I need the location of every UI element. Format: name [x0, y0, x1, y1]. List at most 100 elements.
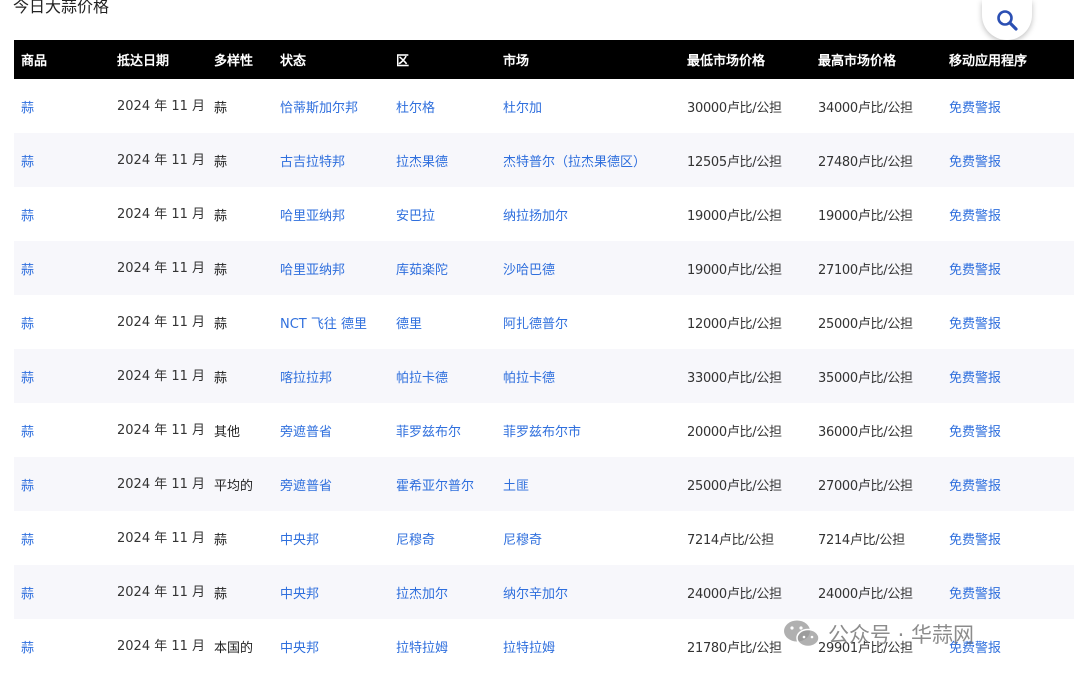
district-link[interactable]: 安巴拉 [389, 187, 496, 241]
arrival-date: 2024 年 11 月 27 日 [117, 422, 207, 438]
state-link[interactable]: 恰蒂斯加尔邦 [273, 79, 389, 133]
variety: 蒜 [214, 370, 228, 386]
min-price: 20000卢比/公担 [687, 424, 782, 440]
district-link[interactable]: 菲罗兹布尔 [389, 403, 496, 457]
commodity-link[interactable]: 蒜 [14, 565, 110, 619]
min-price: 21780卢比/公担 [687, 640, 782, 656]
header-commodity: 商品 [21, 54, 48, 69]
state-link[interactable]: 古吉拉特邦 [273, 133, 389, 187]
free-alert-link[interactable]: 免费警报 [942, 241, 1074, 295]
free-alert-link[interactable]: 免费警报 [942, 187, 1074, 241]
market-link[interactable]: 纳拉扬加尔 [496, 187, 680, 241]
free-alert-link[interactable]: 免费警报 [942, 79, 1074, 133]
state-link[interactable]: 旁遮普省 [273, 457, 389, 511]
min-price: 19000卢比/公担 [687, 208, 782, 224]
max-price: 36000卢比/公担 [818, 424, 913, 440]
max-price: 27100卢比/公担 [818, 262, 913, 278]
search-button[interactable] [982, 0, 1032, 40]
state-link[interactable]: NCT 飞往 德里 [273, 295, 389, 349]
max-price: 7214卢比/公担 [818, 532, 905, 548]
table-row: 蒜 2024 年 11 月 27 日平均的 旁遮普省霍希亚尔普尔土匪 25000卢比/… [14, 457, 1074, 511]
free-alert-link[interactable]: 免费警报 [942, 511, 1074, 565]
price-table: 商品 抵达日期 多样性 状态 区 市场 最低市场价格 最高市场价格 移动应用程序 蒜 2024 年… [14, 40, 1074, 673]
commodity-link[interactable]: 蒜 [14, 403, 110, 457]
market-link[interactable]: 杜尔加 [496, 79, 680, 133]
district-link[interactable]: 拉特拉姆 [389, 619, 496, 673]
page: 今日大蒜价格 商品 抵达日期 多样性 状态 区 市场 最低市场价格 最高市场价格 移动应用程序 … [0, 0, 1080, 679]
header-mobile-app: 移动应用程序 [949, 54, 1028, 69]
district-link[interactable]: 拉杰果德 [389, 133, 496, 187]
variety: 蒜 [214, 262, 228, 278]
arrival-date: 2024 年 11 月 27 日 [117, 98, 207, 114]
min-price: 24000卢比/公担 [687, 586, 782, 602]
commodity-link[interactable]: 蒜 [14, 349, 110, 403]
commodity-link[interactable]: 蒜 [14, 133, 110, 187]
arrival-date: 2024 年 11 月 27 日 [117, 206, 207, 222]
market-link[interactable]: 帕拉卡德 [496, 349, 680, 403]
market-link[interactable]: 阿扎德普尔 [496, 295, 680, 349]
commodity-link[interactable]: 蒜 [14, 457, 110, 511]
district-link[interactable]: 德里 [389, 295, 496, 349]
market-link[interactable]: 拉特拉姆 [496, 619, 680, 673]
table-row: 蒜 2024 年 11 月 27 日蒜 中央邦拉杰加尔纳尔辛加尔 24000卢比/公担… [14, 565, 1074, 619]
commodity-link[interactable]: 蒜 [14, 511, 110, 565]
market-link[interactable]: 杰特普尔（拉杰果德区） [496, 133, 680, 187]
max-price: 19000卢比/公担 [818, 208, 913, 224]
free-alert-link[interactable]: 免费警报 [942, 349, 1074, 403]
variety: 蒜 [214, 316, 228, 332]
state-link[interactable]: 中央邦 [273, 565, 389, 619]
state-link[interactable]: 旁遮普省 [273, 403, 389, 457]
max-price: 25000卢比/公担 [818, 316, 913, 332]
district-link[interactable]: 霍希亚尔普尔 [389, 457, 496, 511]
table-row: 蒜 2024 年 11 月 27 日蒜 NCT 飞往 德里德里阿扎德普尔 12000卢… [14, 295, 1074, 349]
variety: 蒜 [214, 586, 228, 602]
state-link[interactable]: 哈里亚纳邦 [273, 241, 389, 295]
arrival-date: 2024 年 11 月 27 日 [117, 584, 207, 600]
commodity-link[interactable]: 蒜 [14, 619, 110, 673]
market-link[interactable]: 菲罗兹布尔市 [496, 403, 680, 457]
market-link[interactable]: 纳尔辛加尔 [496, 565, 680, 619]
arrival-date: 2024 年 11 月 27 日 [117, 152, 207, 168]
free-alert-link[interactable]: 免费警报 [942, 619, 1074, 673]
free-alert-link[interactable]: 免费警报 [942, 403, 1074, 457]
min-price: 12000卢比/公担 [687, 316, 782, 332]
state-link[interactable]: 哈里亚纳邦 [273, 187, 389, 241]
free-alert-link[interactable]: 免费警报 [942, 565, 1074, 619]
market-link[interactable]: 尼穆奇 [496, 511, 680, 565]
commodity-link[interactable]: 蒜 [14, 79, 110, 133]
district-link[interactable]: 杜尔格 [389, 79, 496, 133]
min-price: 12505卢比/公担 [687, 154, 782, 170]
table-row: 蒜 2024 年 11 月 27 日蒜 哈里亚纳邦库茹楽陀沙哈巴德 19000卢比/公… [14, 241, 1074, 295]
state-link[interactable]: 喀拉拉邦 [273, 349, 389, 403]
variety: 蒜 [214, 100, 228, 116]
commodity-link[interactable]: 蒜 [14, 295, 110, 349]
free-alert-link[interactable]: 免费警报 [942, 133, 1074, 187]
market-link[interactable]: 土匪 [496, 457, 680, 511]
arrival-date: 2024 年 11 月 27 日 [117, 638, 207, 654]
market-link[interactable]: 沙哈巴德 [496, 241, 680, 295]
district-link[interactable]: 尼穆奇 [389, 511, 496, 565]
max-price: 29901卢比/公担 [818, 640, 913, 656]
commodity-link[interactable]: 蒜 [14, 187, 110, 241]
page-title: 今日大蒜价格 [13, 0, 110, 16]
arrival-date: 2024 年 11 月 27 日 [117, 530, 207, 546]
variety: 其他 [214, 424, 241, 440]
min-price: 19000卢比/公担 [687, 262, 782, 278]
commodity-link[interactable]: 蒜 [14, 241, 110, 295]
header-max-price: 最高市场价格 [818, 54, 897, 69]
table-row: 蒜 2024 年 11 月 27 日蒜 古吉拉特邦拉杰果德杰特普尔（拉杰果德区） 12… [14, 133, 1074, 187]
table-row: 蒜 2024 年 11 月 27 日蒜 哈里亚纳邦安巴拉纳拉扬加尔 19000卢比/公… [14, 187, 1074, 241]
arrival-date: 2024 年 11 月 27 日 [117, 314, 207, 330]
variety: 本国的 [214, 640, 254, 656]
free-alert-link[interactable]: 免费警报 [942, 295, 1074, 349]
free-alert-link[interactable]: 免费警报 [942, 457, 1074, 511]
state-link[interactable]: 中央邦 [273, 511, 389, 565]
table-row: 蒜2024 年 11 月 27 日蒜喀拉拉邦帕拉卡德帕拉卡德33000卢比/公担… [14, 349, 1074, 403]
min-price: 30000卢比/公担 [687, 100, 782, 116]
district-link[interactable]: 拉杰加尔 [389, 565, 496, 619]
district-link[interactable]: 帕拉卡德 [389, 349, 496, 403]
header-state: 状态 [280, 54, 307, 69]
district-link[interactable]: 库茹楽陀 [389, 241, 496, 295]
state-link[interactable]: 中央邦 [273, 619, 389, 673]
header-market: 市场 [503, 54, 530, 69]
